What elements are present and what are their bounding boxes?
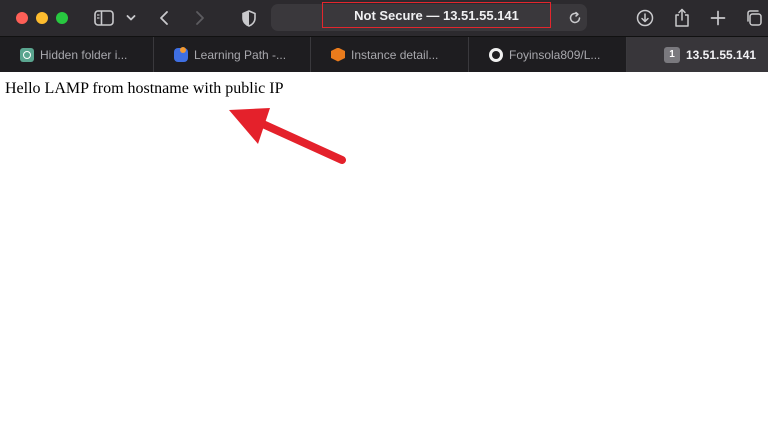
sidebar-toggle-button[interactable] bbox=[92, 6, 116, 30]
new-tab-button[interactable] bbox=[707, 6, 729, 30]
github-icon bbox=[489, 47, 503, 62]
back-button[interactable] bbox=[154, 6, 174, 30]
tab-hidden-folder[interactable]: Hidden folder i... bbox=[0, 37, 154, 72]
reload-icon bbox=[569, 11, 581, 24]
chevron-left-icon bbox=[160, 11, 168, 25]
tab-current-page[interactable]: 1 13.51.55.141 bbox=[627, 37, 768, 72]
sidebar-icon bbox=[94, 10, 114, 26]
forward-button[interactable] bbox=[190, 6, 210, 30]
tab-label: Hidden folder i... bbox=[40, 47, 128, 62]
page-body-text: Hello LAMP from hostname with public IP bbox=[5, 80, 284, 97]
download-icon bbox=[636, 9, 654, 27]
tab-badge: 1 bbox=[664, 46, 680, 63]
address-bar-text[interactable]: Not Secure — 13.51.55.141 bbox=[322, 2, 551, 28]
tab-label: Foyinsola809/L... bbox=[509, 47, 601, 62]
annotation-arrow bbox=[229, 108, 346, 164]
zoom-window-button[interactable] bbox=[56, 12, 68, 24]
share-button[interactable] bbox=[671, 6, 693, 30]
tab-label: Learning Path -... bbox=[194, 47, 287, 62]
tab-github[interactable]: Foyinsola809/L... bbox=[469, 37, 627, 72]
chatgpt-icon bbox=[20, 47, 34, 62]
chevron-down-icon bbox=[126, 15, 136, 21]
browser-toolbar: Not Secure — 13.51.55.141 bbox=[0, 0, 768, 36]
tab-label: 13.51.55.141 bbox=[686, 47, 757, 62]
tab-learning-path[interactable]: Learning Path -... bbox=[154, 37, 311, 72]
tab-label: Instance detail... bbox=[351, 47, 439, 62]
tab-overview-button[interactable] bbox=[742, 6, 766, 30]
plus-icon bbox=[710, 10, 726, 26]
shield-icon bbox=[242, 9, 256, 27]
share-icon bbox=[675, 8, 689, 27]
sidebar-menu-button[interactable] bbox=[124, 6, 138, 30]
chevron-right-icon bbox=[196, 11, 204, 25]
tab-overview-icon bbox=[747, 10, 762, 26]
reload-button[interactable] bbox=[565, 6, 585, 30]
close-window-button[interactable] bbox=[16, 12, 28, 24]
tab-bar: Hidden folder i... Learning Path -... In… bbox=[0, 36, 768, 72]
minimize-window-button[interactable] bbox=[36, 12, 48, 24]
tab-instance-details[interactable]: Instance detail... bbox=[311, 37, 469, 72]
downloads-button[interactable] bbox=[634, 6, 656, 30]
privacy-report-button[interactable] bbox=[238, 6, 260, 30]
aws-icon bbox=[331, 47, 345, 62]
learning-path-icon bbox=[174, 46, 188, 62]
